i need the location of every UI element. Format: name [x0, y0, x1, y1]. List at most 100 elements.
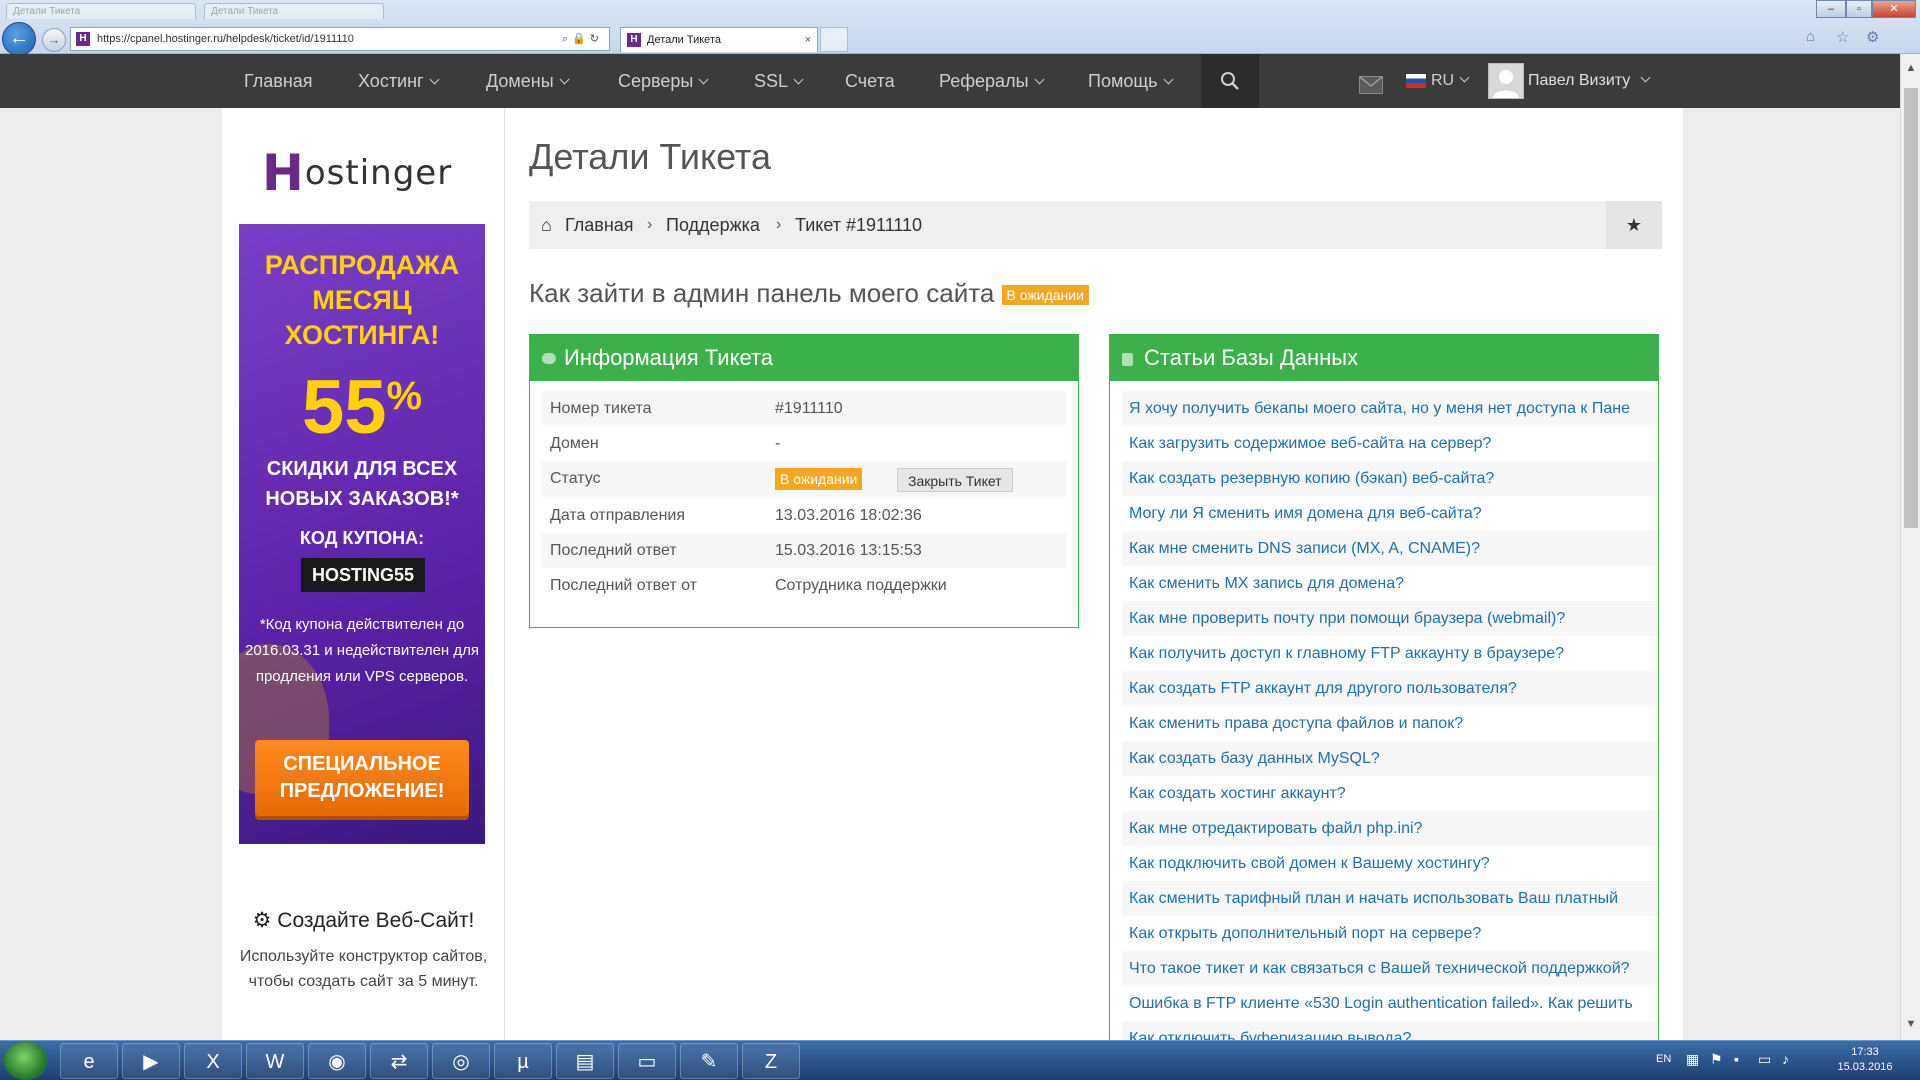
teamviewer-icon[interactable]: ⇄: [370, 1043, 428, 1079]
forward-button[interactable]: →: [42, 28, 66, 52]
hostinger-logo[interactable]: Hostinger: [262, 138, 452, 202]
info-row-domain: Домен -: [550, 435, 781, 452]
clock-time: 17:33: [1851, 1046, 1879, 1058]
kb-article-link[interactable]: Как мне сменить DNS записи (MX, A, CNAME…: [1122, 531, 1659, 566]
paint-icon[interactable]: ✎: [680, 1043, 738, 1079]
search-icon[interactable]: ⌕: [562, 33, 572, 45]
nav-item-help[interactable]: Помощь: [1088, 54, 1173, 108]
scrollbar-thumb[interactable]: [1904, 88, 1918, 528]
kb-article-link[interactable]: Я хочу получить бекапы моего сайта, но у…: [1122, 391, 1659, 426]
favicon-icon: H: [627, 33, 641, 47]
new-tab-button[interactable]: [820, 27, 848, 52]
nav-item-invoices[interactable]: Счета: [845, 54, 895, 108]
russia-flag-icon: [1406, 73, 1426, 88]
file-explorer-icon[interactable]: ▤: [556, 1043, 614, 1079]
background-tab[interactable]: Детали Тикета: [204, 3, 384, 19]
start-button[interactable]: [4, 1042, 48, 1080]
internet-explorer-icon[interactable]: e: [60, 1043, 118, 1079]
kb-article-link[interactable]: Как загрузить содержимое веб-сайта на се…: [1122, 426, 1659, 461]
address-url: https://cpanel.hostinger.ru/helpdesk/tic…: [97, 33, 354, 45]
keyboard-language[interactable]: EN: [1656, 1053, 1671, 1065]
nav-item-servers[interactable]: Серверы: [618, 54, 709, 108]
nav-item-domains[interactable]: Домены: [486, 54, 570, 108]
kb-article-link[interactable]: Как отключить буферизацию вывода?: [1122, 1021, 1659, 1040]
user-silhouette-icon: [1493, 70, 1519, 98]
tab-close-icon[interactable]: ×: [805, 28, 811, 52]
maximize-button[interactable]: ▫: [1846, 0, 1872, 18]
kb-article-link[interactable]: Как мне проверить почту при помощи брауз…: [1122, 601, 1659, 636]
arrow-right-icon: →: [47, 32, 61, 47]
kb-article-link[interactable]: Как мне отредактировать файл php.ini?: [1122, 811, 1659, 846]
flag-icon[interactable]: ⚑: [1710, 1051, 1723, 1068]
utorrent-icon[interactable]: µ: [494, 1043, 552, 1079]
kb-article-link[interactable]: Как создать FTP аккаунт для другого поль…: [1122, 671, 1659, 706]
kb-article-link[interactable]: Как создать хостинг аккаунт?: [1122, 776, 1659, 811]
nav-item-ssl[interactable]: SSL: [754, 54, 804, 108]
home-icon[interactable]: ⌂: [541, 201, 552, 249]
breadcrumb-home[interactable]: Главная: [565, 201, 634, 249]
taskbar: e ▶ X W ◉ ⇄ ◎ µ ▤ ▭ ✎ Z EN ▦ ⚑ ▪ ▭ ♪ 17:…: [0, 1040, 1920, 1080]
media-player-icon[interactable]: ▶: [122, 1043, 180, 1079]
windows-icon[interactable]: ▪: [1734, 1051, 1739, 1067]
chrome-icon[interactable]: ◎: [432, 1043, 490, 1079]
clock[interactable]: 17:33 15.03.2016: [1830, 1045, 1900, 1075]
scroll-up-icon[interactable]: ▲: [1901, 58, 1920, 78]
kb-article-link[interactable]: Как сменить MX запись для домена?: [1122, 566, 1659, 601]
battery-icon[interactable]: ▭: [1758, 1051, 1771, 1068]
kb-article-link[interactable]: Как открыть дополнительный порт на серве…: [1122, 916, 1659, 951]
clock-date: 15.03.2016: [1837, 1061, 1893, 1073]
language-selector[interactable]: RU: [1406, 54, 1470, 108]
nav-item-referrals[interactable]: Рефералы: [939, 54, 1044, 108]
info-row-status: Статус В ожидании Закрыть Тикет: [542, 461, 1066, 498]
arrow-left-icon: ←: [9, 27, 29, 49]
lock-icon[interactable]: 🔒: [572, 33, 590, 45]
tab-title: Детали Тикета: [647, 34, 721, 46]
envelope-icon[interactable]: [1359, 76, 1383, 94]
minimize-button[interactable]: –: [1816, 0, 1846, 18]
refresh-icon[interactable]: ↻: [590, 33, 603, 45]
kb-article-link[interactable]: Как создать резервную копию (бэкап) веб-…: [1122, 461, 1659, 496]
ticket-subject: Как зайти в админ панель моего сайта В о…: [529, 278, 1089, 309]
kb-article-link[interactable]: Что такое тикет и как связаться с Вашей …: [1122, 951, 1659, 986]
firefox-icon[interactable]: ◉: [308, 1043, 366, 1079]
nav-item-home[interactable]: Главная: [244, 54, 313, 108]
favicon-icon: H: [76, 32, 90, 46]
volume-icon[interactable]: ♪: [1782, 1051, 1789, 1067]
kb-article-link[interactable]: Как сменить тарифный план и начать испол…: [1122, 881, 1659, 916]
kb-article-link[interactable]: Как сменить права доступа файлов и папок…: [1122, 706, 1659, 741]
info-row-ticket-number: Номер тикета #1911110: [542, 391, 1066, 426]
promo-banner[interactable]: РАСПРОДАЖА МЕСЯЦ ХОСТИНГА! 55% СКИДКИ ДЛ…: [239, 224, 485, 844]
nav-item-hosting[interactable]: Хостинг: [358, 54, 440, 108]
filezilla-icon[interactable]: Z: [742, 1043, 800, 1079]
kb-article-link[interactable]: Как создать базу данных MySQL?: [1122, 741, 1659, 776]
special-offer-button[interactable]: СПЕЦИАЛЬНОЕ ПРЕДЛОЖЕНИЕ!: [255, 740, 469, 816]
kb-article-link[interactable]: Как подключить свой домен к Вашему хости…: [1122, 846, 1659, 881]
scroll-down-icon[interactable]: ▼: [1901, 1014, 1920, 1034]
word-icon[interactable]: W: [246, 1043, 304, 1079]
address-bar[interactable]: H https://cpanel.hostinger.ru/helpdesk/t…: [70, 27, 610, 51]
excel-icon[interactable]: X: [184, 1043, 242, 1079]
remote-desktop-icon[interactable]: ▭: [618, 1043, 676, 1079]
knowledge-base-header: Статьи Базы Данных: [1110, 335, 1659, 381]
network-icon[interactable]: ▦: [1686, 1051, 1699, 1068]
close-ticket-button[interactable]: Закрыть Тикет: [897, 468, 1013, 492]
chevron-down-icon: [1163, 74, 1173, 85]
nav-search-button[interactable]: [1201, 54, 1259, 108]
active-tab[interactable]: H Детали Тикета ×: [620, 27, 818, 52]
background-tab[interactable]: Детали Тикета: [6, 3, 196, 19]
chevron-down-icon: [429, 74, 440, 85]
back-button[interactable]: ←: [2, 22, 36, 56]
breadcrumb-support[interactable]: Поддержка: [666, 201, 760, 249]
kb-article-link[interactable]: Могу ли Я сменить имя домена для веб-сай…: [1122, 496, 1659, 531]
avatar[interactable]: [1488, 63, 1524, 99]
window-close-button[interactable]: ✕: [1872, 0, 1916, 18]
gear-icon[interactable]: ⚙: [1866, 28, 1879, 46]
page-scrollbar[interactable]: ▲ ▼: [1900, 54, 1920, 1040]
kb-article-link[interactable]: Как получить доступ к главному FTP аккау…: [1122, 636, 1659, 671]
kb-article-link[interactable]: Ошибка в FTP клиенте «530 Login authenti…: [1122, 986, 1659, 1021]
favorites-star-icon[interactable]: ☆: [1836, 28, 1849, 46]
home-icon[interactable]: ⌂: [1806, 28, 1815, 45]
favorite-button[interactable]: ★: [1606, 201, 1662, 249]
user-menu[interactable]: Павел Визиту: [1528, 54, 1651, 108]
chevron-right-icon: ›: [776, 216, 782, 233]
